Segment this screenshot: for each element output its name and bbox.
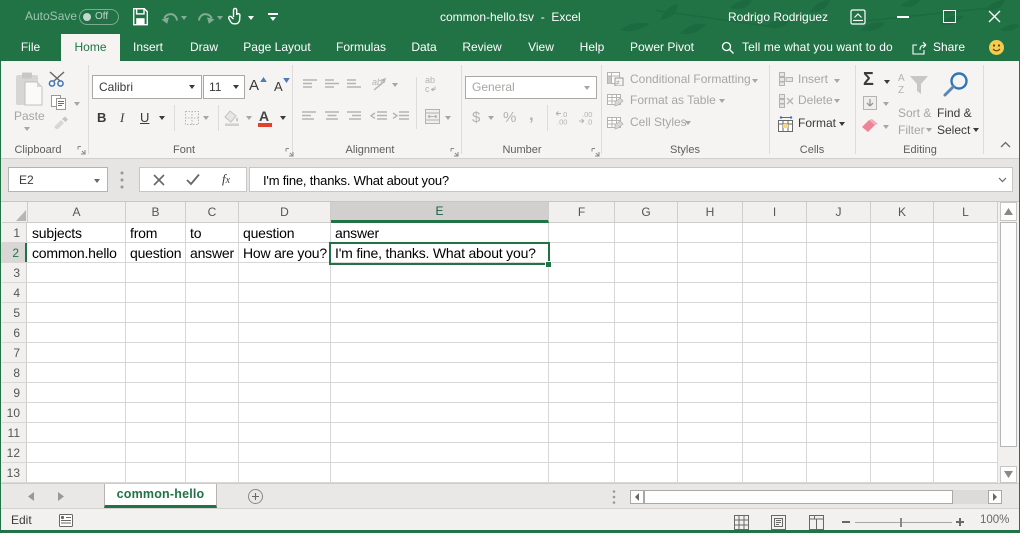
- svg-text:c: c: [425, 84, 430, 93]
- svg-text:.00: .00: [557, 118, 567, 126]
- svg-text:.0: .0: [586, 118, 592, 126]
- svg-text:≠: ≠: [616, 80, 620, 86]
